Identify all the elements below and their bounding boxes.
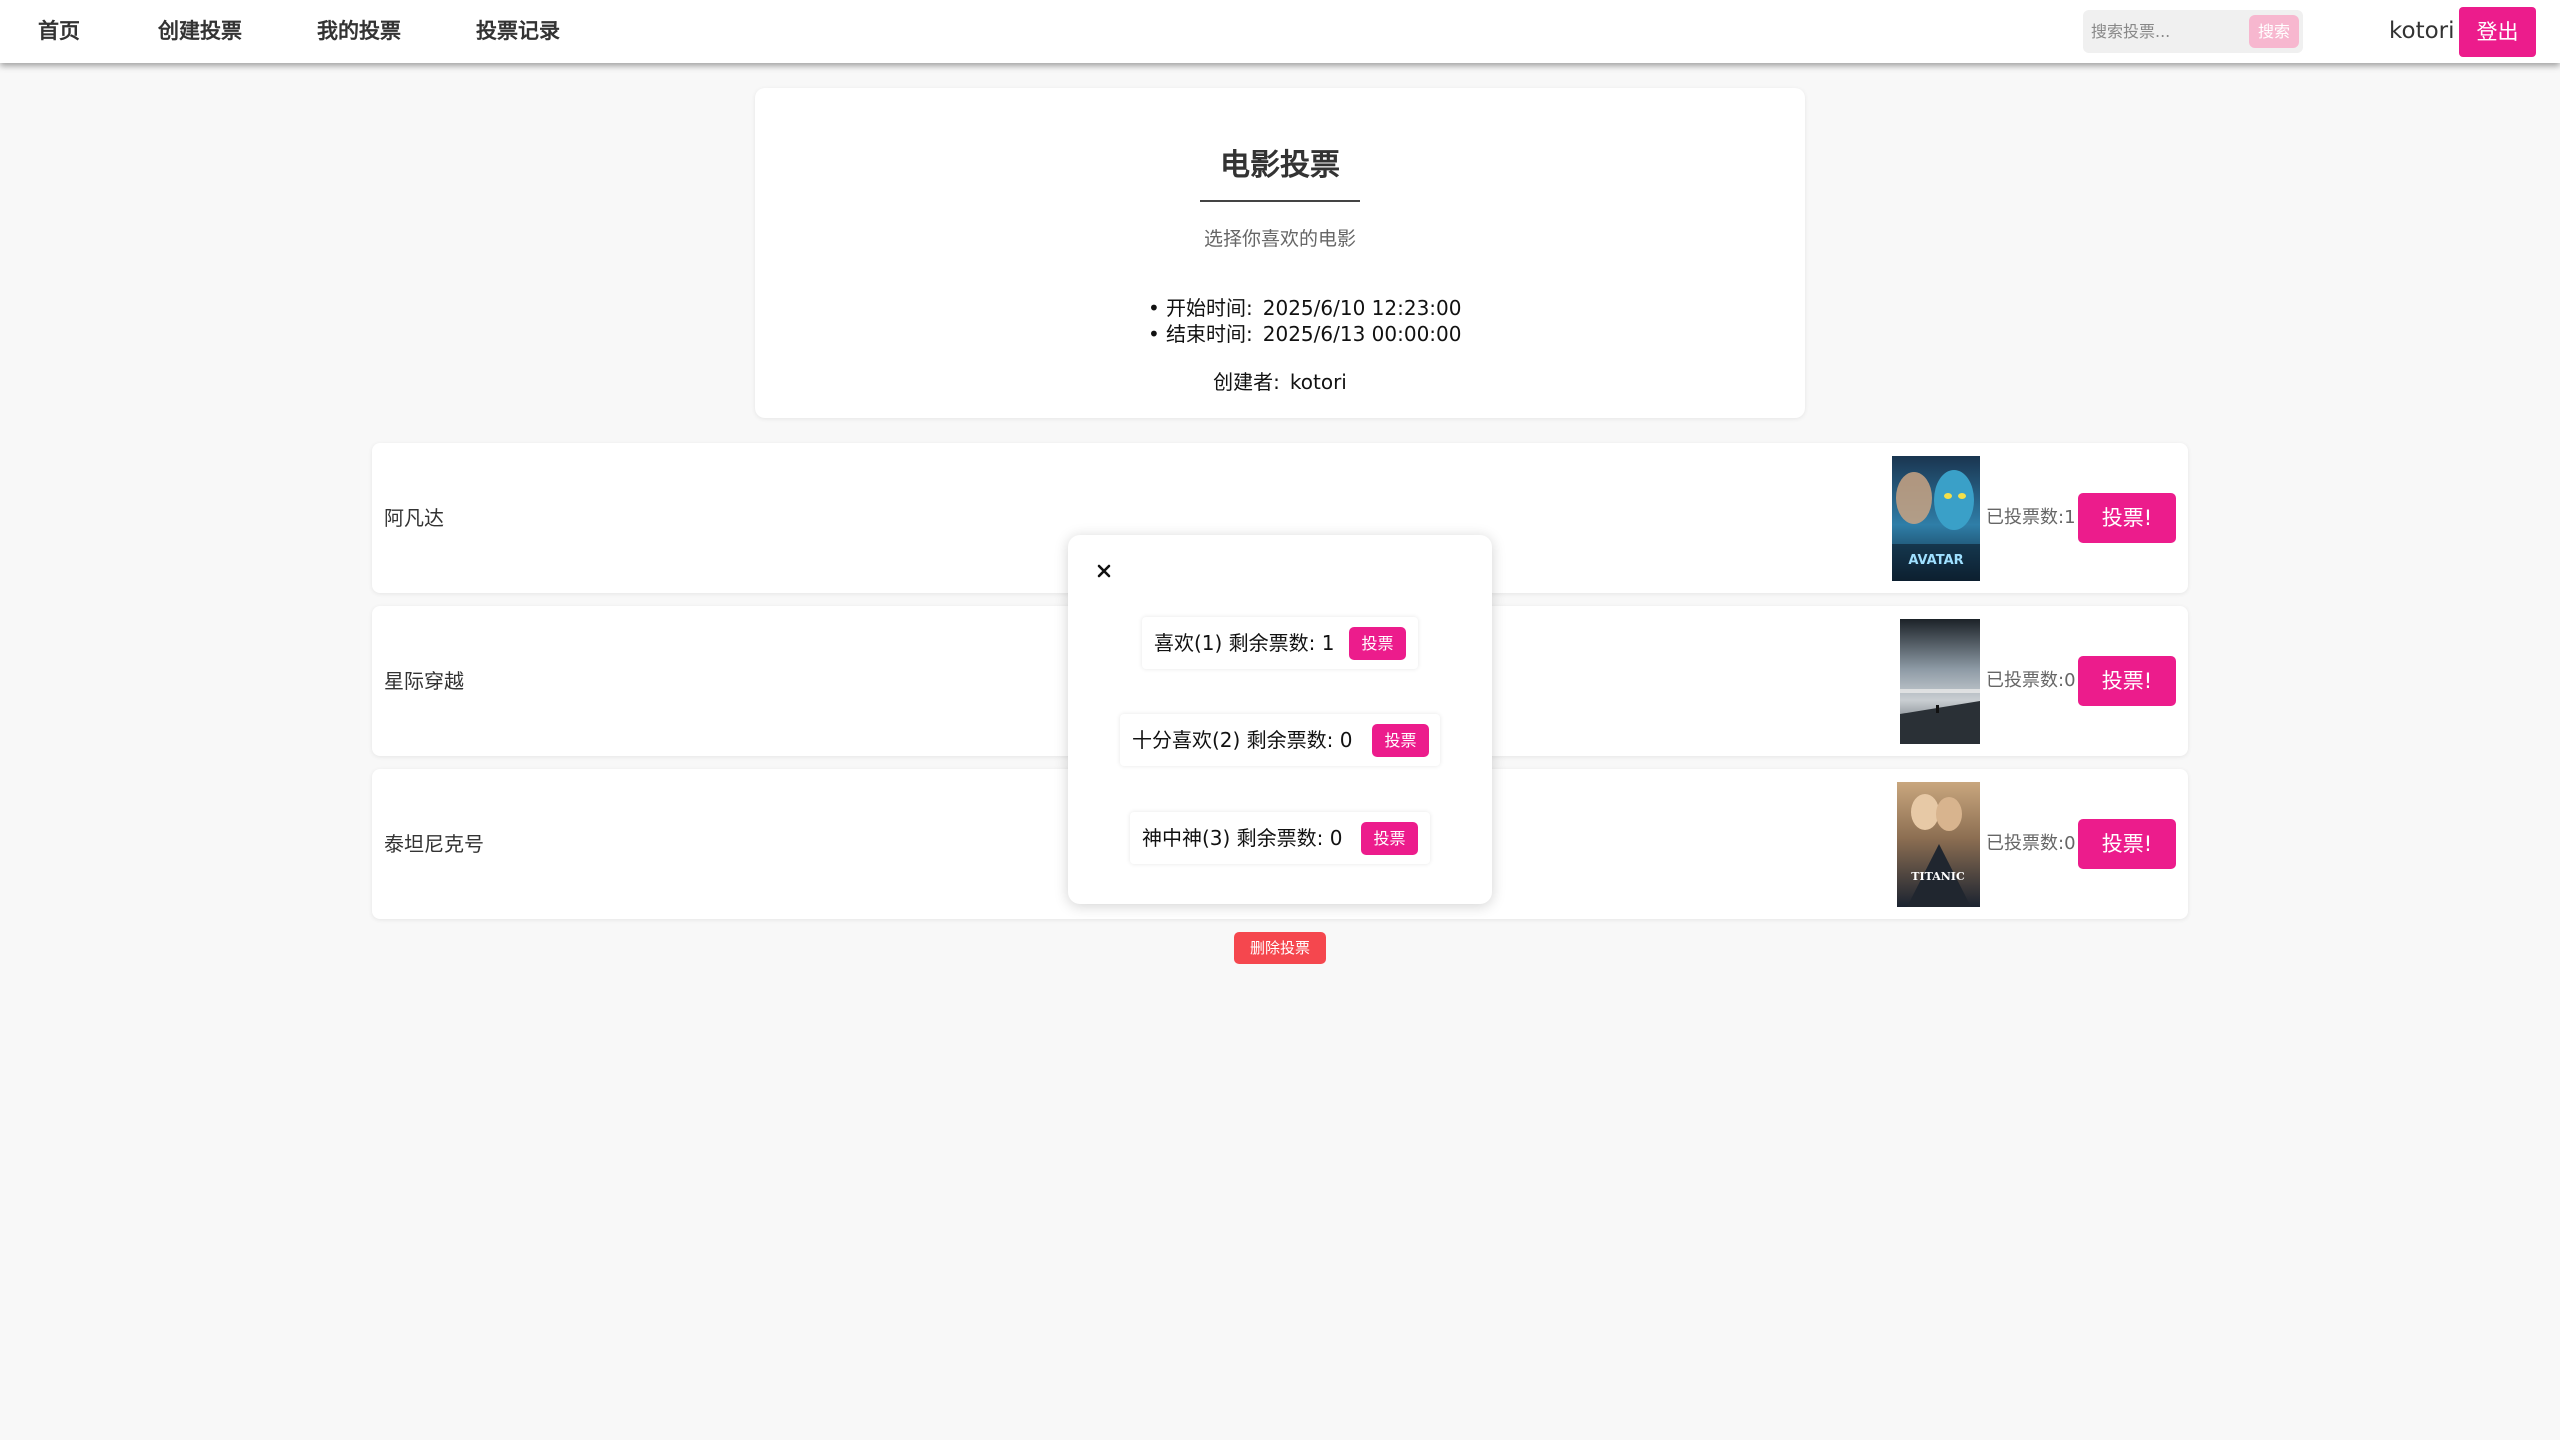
top-navbar: 首页 创建投票 我的投票 投票记录 搜索 kotori 登出 — [0, 0, 2560, 63]
start-time-value: 2025/6/10 12:23:00 — [1262, 296, 1462, 320]
nav-link-vote-records[interactable]: 投票记录 — [476, 16, 560, 46]
end-time-value: 2025/6/13 00:00:00 — [1262, 322, 1462, 346]
end-time-label: 结束时间: — [1166, 322, 1253, 346]
poster-avatar-image: AVATAR — [1892, 456, 1980, 581]
vote-description: 选择你喜欢的电影 — [1203, 228, 1356, 250]
nav-link-my-votes[interactable]: 我的投票 — [317, 16, 401, 46]
start-time-label: 开始时间: — [1166, 296, 1253, 320]
search-button[interactable]: 搜索 — [2249, 15, 2299, 48]
poster-avatar-art: AVATAR — [1892, 456, 1980, 581]
movie-name: 泰坦尼克号 — [384, 832, 484, 856]
option-text: 十分喜欢(2) 剩余票数: 0 — [1132, 728, 1353, 752]
poster-interstellar-art — [1900, 619, 1980, 744]
vote-button-interstellar[interactable]: 投票! — [2078, 656, 2176, 706]
poster-titanic-art: TITANIC — [1897, 782, 1980, 907]
search-box: 搜索 — [2083, 10, 2303, 53]
search-input[interactable] — [2091, 15, 2229, 48]
end-time-item: • 结束时间: 2025/6/13 00:00:00 — [1148, 321, 1461, 347]
option-card-like: 喜欢(1) 剩余票数: 1 投票 — [1142, 617, 1418, 669]
delete-vote-button[interactable]: 删除投票 — [1234, 932, 1326, 964]
movie-name: 星际穿越 — [384, 669, 464, 693]
bullet-icon: • — [1148, 322, 1160, 346]
vote-info-card: 电影投票 选择你喜欢的电影 • 开始时间: 2025/6/10 12:23:00 •… — [755, 88, 1805, 418]
option-text: 神中神(3) 剩余票数: 0 — [1142, 826, 1343, 850]
vote-option-modal: 喜欢(1) 剩余票数: 1 投票 十分喜欢(2) 剩余票数: 0 投票 神中神(… — [1068, 535, 1492, 904]
option-card-really-like: 十分喜欢(2) 剩余票数: 0 投票 — [1120, 714, 1440, 766]
creator-value: kotori — [1289, 370, 1347, 394]
bullet-icon: • — [1148, 296, 1160, 320]
poster-avatar-text: AVATAR — [1908, 553, 1963, 568]
creator-line: 创建者: kotori — [755, 366, 1805, 395]
vote-title: 电影投票 — [1220, 148, 1340, 183]
vote-count: 已投票数:0 — [1986, 670, 2076, 691]
poster-titanic-text: TITANIC — [1911, 870, 1965, 883]
creator-label: 创建者: — [1213, 370, 1280, 394]
username: kotori — [2389, 18, 2455, 44]
option-vote-button-like[interactable]: 投票 — [1349, 627, 1406, 660]
vote-count: 已投票数:0 — [1986, 833, 2076, 854]
option-card-god-tier: 神中神(3) 剩余票数: 0 投票 — [1130, 812, 1430, 864]
nav-link-create-vote[interactable]: 创建投票 — [158, 16, 242, 46]
movie-name: 阿凡达 — [384, 506, 444, 530]
option-vote-button-really-like[interactable]: 投票 — [1372, 724, 1429, 757]
logout-button[interactable]: 登出 — [2459, 7, 2536, 57]
time-list: • 开始时间: 2025/6/10 12:23:00 • 结束时间: 2025/6/13… — [1148, 295, 1461, 347]
vote-button-titanic[interactable]: 投票! — [2078, 819, 2176, 869]
start-time-item: • 开始时间: 2025/6/10 12:23:00 — [1148, 295, 1461, 321]
close-icon[interactable] — [1092, 559, 1116, 583]
poster-interstellar-image — [1900, 619, 1980, 744]
option-vote-button-god-tier[interactable]: 投票 — [1361, 822, 1418, 855]
title-divider — [1200, 200, 1360, 202]
option-text: 喜欢(1) 剩余票数: 1 — [1154, 631, 1335, 655]
nav-link-home[interactable]: 首页 — [38, 16, 80, 46]
vote-count: 已投票数:1 — [1986, 507, 2076, 528]
vote-button-avatar[interactable]: 投票! — [2078, 493, 2176, 543]
poster-titanic-image: TITANIC — [1897, 782, 1980, 907]
